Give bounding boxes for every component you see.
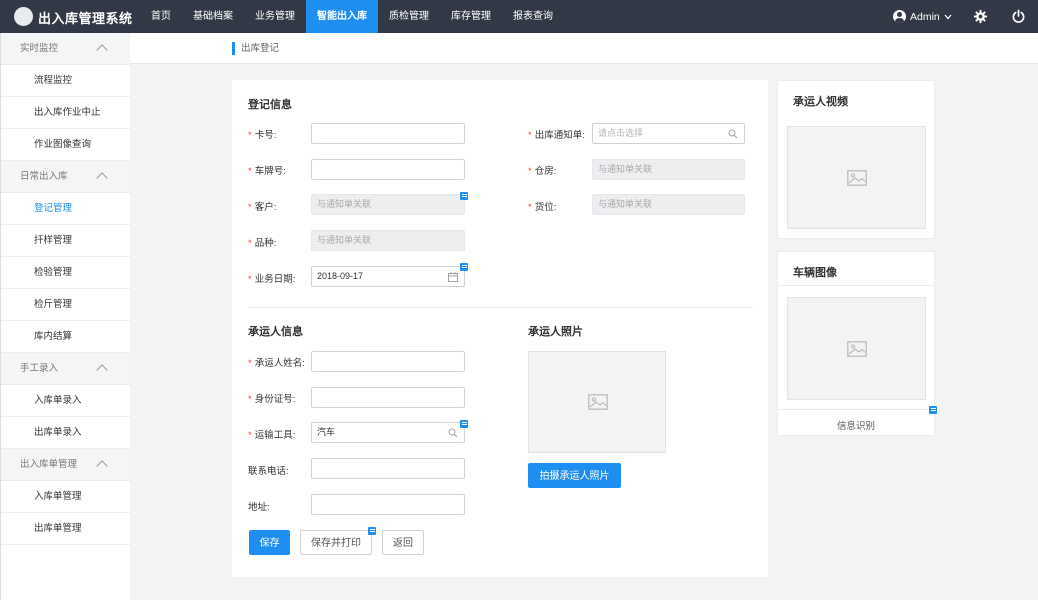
sidebar-item-settlement[interactable]: 库内结算 — [1, 321, 130, 353]
chevron-up-icon — [96, 460, 108, 472]
variety-input: 与通知单关联 — [311, 230, 465, 251]
sidebar-item-job-stop[interactable]: 出入库作业中止 — [1, 97, 130, 129]
back-button[interactable]: 返回 — [382, 530, 424, 555]
carrier-name-input[interactable] — [311, 351, 465, 372]
phone-label: 联系电话: — [248, 466, 289, 477]
customer-input: 与通知单关联 — [311, 194, 465, 215]
transport-select[interactable]: 汽车 — [311, 422, 465, 443]
image-icon — [847, 170, 867, 186]
sidebar-group-label: 实时监控 — [20, 43, 59, 54]
carrier-video-placeholder — [787, 126, 926, 229]
divider — [778, 409, 934, 410]
card-no-input[interactable] — [311, 123, 465, 144]
address-label: 地址: — [248, 502, 270, 513]
gear-icon[interactable] — [973, 9, 988, 24]
user-name: Admin — [910, 10, 940, 23]
carrier-photo-placeholder — [528, 351, 666, 453]
nav-item-basic-archive[interactable]: 基础档案 — [182, 0, 244, 33]
image-icon — [588, 394, 608, 410]
note-badge-icon — [460, 192, 468, 200]
sidebar-group-manual[interactable]: 手工录入 — [1, 353, 130, 385]
transport-label: * 运输工具: — [248, 430, 296, 441]
nav-item-quality[interactable]: 质检管理 — [378, 0, 440, 33]
plate-no-input[interactable] — [311, 159, 465, 180]
search-icon[interactable] — [448, 428, 458, 438]
take-photo-button[interactable]: 拍摄承运人照片 — [528, 463, 621, 488]
main-nav: 首页 基础档案 业务管理 智能出入库 质检管理 库存管理 报表查询 — [140, 0, 564, 33]
power-icon[interactable] — [1011, 9, 1026, 24]
nav-item-home[interactable]: 首页 — [140, 0, 182, 33]
sidebar-group-realtime[interactable]: 实时监控 — [1, 33, 130, 65]
nav-item-smart-inout[interactable]: 智能出入库 — [306, 0, 378, 33]
customer-label: * 客户: — [248, 202, 277, 213]
carrier-photo-title: 承运人照片 — [528, 326, 583, 338]
sidebar: 实时监控 流程监控 出入库作业中止 作业图像查询 日常出入库 登记管理 扦样管理… — [0, 33, 130, 600]
top-navbar: 出入库管理系统 首页 基础档案 业务管理 智能出入库 质检管理 库存管理 报表查… — [0, 0, 1038, 33]
carrier-video-card: 承运人视频 — [777, 80, 935, 239]
note-badge-icon — [929, 406, 937, 414]
phone-input[interactable] — [311, 458, 465, 479]
sidebar-group-orders[interactable]: 出入库单管理 — [1, 449, 130, 481]
breadcrumb-bar: 出库登记 — [130, 33, 1038, 64]
sidebar-group-label: 出入库单管理 — [20, 459, 78, 470]
sidebar-item-weighing[interactable]: 检斤管理 — [1, 289, 130, 321]
sidebar-group-label: 日常出入库 — [20, 171, 68, 182]
location-input: 与通知单关联 — [592, 194, 745, 215]
user-avatar-icon — [893, 10, 906, 23]
sidebar-item-sampling[interactable]: 扦样管理 — [1, 225, 130, 257]
user-menu[interactable]: Admin — [893, 8, 952, 25]
sidebar-item-outbound-entry[interactable]: 出库单录入 — [1, 417, 130, 449]
carrier-name-label: * 承运人姓名: — [248, 358, 305, 369]
card-no-label: * 卡号: — [248, 130, 277, 141]
sidebar-item-register[interactable]: 登记管理 — [1, 193, 130, 225]
carrier-info-title: 承运人信息 — [248, 326, 303, 338]
save-button[interactable]: 保存 — [249, 530, 290, 555]
warehouse-label: * 仓房: — [528, 166, 557, 177]
carrier-video-title: 承运人视频 — [793, 96, 848, 108]
calendar-icon[interactable] — [448, 272, 458, 282]
search-icon[interactable] — [728, 129, 738, 139]
nav-item-reports[interactable]: 报表查询 — [502, 0, 564, 33]
sidebar-group-label: 手工录入 — [20, 363, 59, 374]
variety-label: * 品种: — [248, 238, 277, 249]
id-no-label: * 身份证号: — [248, 394, 296, 405]
note-badge-icon — [460, 263, 468, 271]
notice-label: * 出库通知单: — [528, 130, 585, 141]
chevron-up-icon — [96, 172, 108, 184]
biz-date-input[interactable]: 2018-09-17 — [311, 266, 465, 287]
save-print-button[interactable]: 保存并打印 — [300, 530, 372, 555]
chevron-down-icon — [944, 14, 952, 19]
note-badge-icon — [368, 527, 376, 535]
sidebar-item-inbound-orders[interactable]: 入库单管理 — [1, 481, 130, 513]
sidebar-item-inspection[interactable]: 检验管理 — [1, 257, 130, 289]
section-divider — [248, 307, 753, 308]
sidebar-item-process-monitor[interactable]: 流程监控 — [1, 65, 130, 97]
logo — [14, 7, 33, 26]
warehouse-input: 与通知单关联 — [592, 159, 745, 180]
image-icon — [847, 341, 867, 357]
app-title: 出入库管理系统 — [38, 11, 133, 26]
nav-item-inventory[interactable]: 库存管理 — [440, 0, 502, 33]
plate-no-label: * 车牌号: — [248, 166, 286, 177]
chevron-up-icon — [96, 364, 108, 376]
vehicle-image-placeholder — [787, 297, 926, 400]
location-label: * 货位: — [528, 202, 557, 213]
notice-select[interactable]: 请点击选择 — [592, 123, 745, 144]
nav-item-business[interactable]: 业务管理 — [244, 0, 306, 33]
biz-date-label: * 业务日期: — [248, 274, 296, 285]
register-info-title: 登记信息 — [248, 99, 292, 111]
sidebar-item-outbound-orders[interactable]: 出库单管理 — [1, 513, 130, 545]
chevron-up-icon — [96, 44, 108, 56]
vehicle-image-title: 车辆图像 — [793, 267, 837, 279]
info-recognize-button[interactable]: 信息识别 — [778, 418, 934, 432]
sidebar-item-image-query[interactable]: 作业图像查询 — [1, 129, 130, 161]
note-badge-icon — [460, 420, 468, 428]
vehicle-image-card: 车辆图像 信息识别 — [777, 251, 937, 436]
register-form-card: 登记信息 * 卡号: * 车牌号: * 客户: 与通知单关联 * 品种: 与通知单关联 … — [232, 80, 768, 577]
sidebar-item-inbound-entry[interactable]: 入库单录入 — [1, 385, 130, 417]
sidebar-group-daily[interactable]: 日常出入库 — [1, 161, 130, 193]
address-input[interactable] — [311, 494, 465, 515]
id-no-input[interactable] — [311, 387, 465, 408]
breadcrumb: 出库登记 — [232, 42, 279, 55]
